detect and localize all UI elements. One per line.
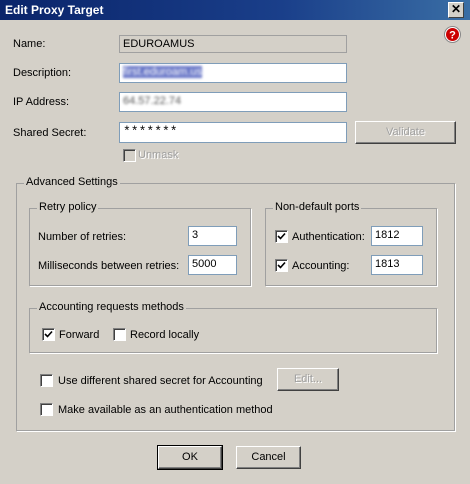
accounting-port-label: Accounting: [292,260,350,272]
retries-input[interactable]: 3 [188,226,237,246]
forward-checkbox[interactable] [42,328,55,341]
ip-address-label: IP Address: [13,96,70,108]
unmask-checkbox[interactable] [123,149,136,162]
non-default-ports-title: Non-default ports [273,201,362,213]
different-secret-checkbox[interactable] [40,374,53,387]
authentication-port-checkbox[interactable] [275,230,288,243]
shared-secret-label: Shared Secret: [13,127,87,139]
svg-text:?: ? [449,30,456,42]
cancel-button-label: Cancel [251,451,286,463]
authentication-port-value: 1812 [375,229,400,241]
description-label: Description: [13,67,72,79]
validate-button[interactable]: Validate [355,121,456,144]
authentication-port-input[interactable]: 1812 [371,226,423,246]
name-label: Name: [13,38,46,50]
ms-between-retries-value: 5000 [192,258,217,270]
window-title: Edit Proxy Target [5,3,104,17]
cancel-button[interactable]: Cancel [236,446,301,469]
edit-secret-button-label: Edit... [293,373,323,385]
ip-address-value: 64.57.22.74 [123,95,182,107]
ok-button[interactable]: OK [157,445,223,470]
shared-secret-value: ******* [123,124,178,139]
checkmark-icon [277,261,286,269]
forward-label: Forward [59,329,100,341]
validate-button-label: Validate [386,126,425,138]
retries-label: Number of retries: [38,231,127,243]
edit-secret-button[interactable]: Edit... [277,368,339,391]
retry-policy-title: Retry policy [37,201,99,213]
title-bar: Edit Proxy Target ✕ [0,0,470,20]
accounting-port-checkbox[interactable] [275,259,288,272]
ms-between-retries-label: Milliseconds between retries: [38,260,180,272]
record-locally-label: Record locally [130,329,200,341]
shared-secret-field[interactable]: ******* [119,122,347,143]
accounting-port-input[interactable]: 1813 [371,255,423,275]
checkmark-icon [277,232,286,240]
close-icon: ✕ [450,2,462,16]
name-field: EDUROAMUS [119,35,347,53]
ok-button-label: OK [182,451,198,463]
retries-value: 3 [192,229,199,241]
help-icon[interactable]: ? [444,26,461,43]
auth-method-checkbox[interactable] [40,403,53,416]
unmask-label: Unmask [138,149,179,161]
ms-between-retries-input[interactable]: 5000 [188,255,237,275]
auth-method-label: Make available as an authentication meth… [58,404,273,416]
close-button[interactable]: ✕ [448,2,464,18]
advanced-settings-title: Advanced Settings [24,176,120,188]
name-value: EDUROAMUS [123,38,195,50]
accounting-port-value: 1813 [375,258,400,270]
accounting-methods-title: Accounting requests methods [37,301,186,313]
record-locally-checkbox[interactable] [113,328,126,341]
ip-address-field[interactable]: 64.57.22.74 [119,92,347,112]
authentication-port-label: Authentication: [292,231,365,243]
description-field[interactable]: first.eduroam.us [119,63,347,83]
different-secret-label: Use different shared secret for Accounti… [58,375,263,387]
checkmark-icon [44,330,53,338]
description-value: first.eduroam.us [123,66,202,78]
